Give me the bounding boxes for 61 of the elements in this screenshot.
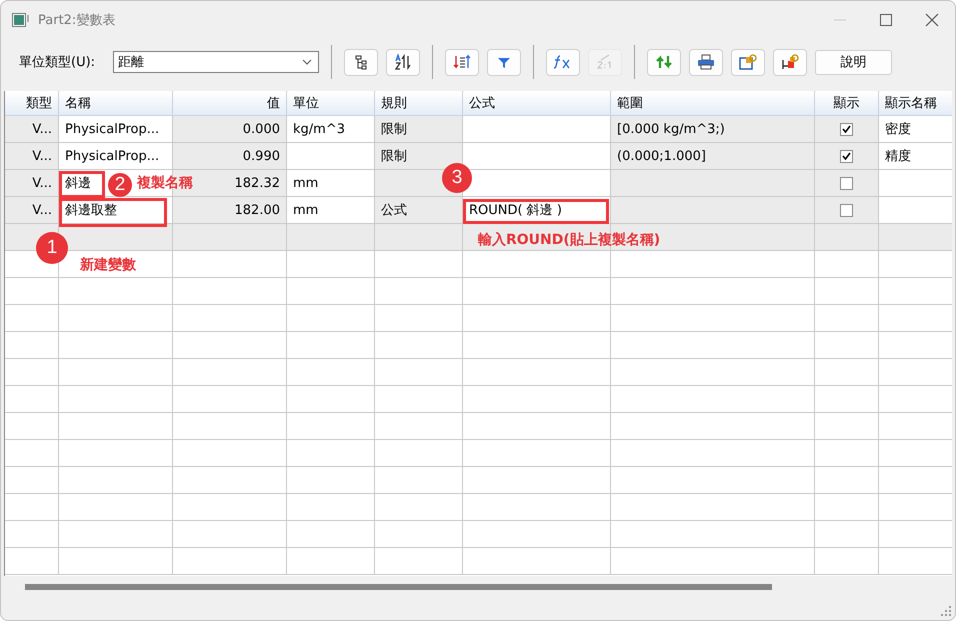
sort-list-button[interactable]	[445, 48, 480, 76]
sort-list-icon	[453, 54, 472, 70]
help-button[interactable]: 說明	[815, 50, 892, 74]
import-button[interactable]	[773, 48, 808, 76]
chevron-down-icon	[302, 59, 312, 65]
new-row[interactable]	[5, 224, 952, 251]
table-cell: 公式	[375, 197, 463, 224]
table-cell: 限制	[375, 116, 463, 143]
refresh-button[interactable]	[647, 48, 682, 76]
window-title: Part2:變數表	[38, 12, 116, 29]
column-header[interactable]: 顯示	[815, 91, 879, 116]
close-icon	[925, 13, 939, 27]
step-label: 新建變數	[80, 256, 136, 274]
sort-az-icon	[394, 54, 412, 70]
table-cell: 限制	[375, 143, 463, 170]
scrollbar-thumb[interactable]	[25, 584, 772, 590]
table-cell: V...	[5, 116, 59, 143]
table-cell: 182.00	[173, 197, 287, 224]
checkbox[interactable]	[840, 176, 853, 190]
sort-az-button[interactable]	[386, 48, 420, 76]
table-cell: V...	[5, 197, 59, 224]
refresh-icon	[655, 54, 674, 70]
unit-type-dropdown[interactable]: 距離	[113, 51, 320, 73]
column-header[interactable]: 顯示名稱	[879, 91, 952, 116]
table-cell: 0.990	[173, 143, 287, 170]
table-cell: V...	[5, 170, 59, 197]
export-button[interactable]	[731, 48, 766, 76]
column-header[interactable]: 單位	[287, 91, 375, 116]
table-cell: mm	[287, 170, 375, 197]
export-icon	[739, 54, 758, 70]
column-header[interactable]: 類型	[5, 91, 59, 116]
checkbox[interactable]	[840, 122, 853, 136]
import-icon	[781, 54, 800, 70]
print-button[interactable]	[689, 48, 724, 76]
table-cell: [0.000 kg/m^3;)	[611, 116, 815, 143]
function-button[interactable]	[546, 48, 580, 76]
column-header[interactable]: 公式	[463, 91, 611, 116]
printer-icon	[697, 54, 716, 70]
checkbox[interactable]	[840, 150, 853, 162]
table-cell: mm	[287, 197, 375, 224]
table-cell: V...	[5, 143, 59, 170]
table-cell: kg/m^3	[287, 116, 375, 143]
table-cell: PhysicalProp...	[59, 116, 173, 143]
column-header[interactable]: 值	[173, 91, 287, 116]
app-icon	[12, 13, 30, 27]
minimize-icon	[834, 19, 846, 21]
filter-button[interactable]	[487, 48, 522, 76]
maximize-icon	[880, 14, 892, 26]
step-label: 複製名稱	[137, 174, 193, 192]
unit-type-label: 單位類型(U):	[19, 54, 96, 71]
table-cell: 0.000	[173, 116, 287, 143]
tree-icon	[353, 54, 370, 70]
column-header[interactable]: 範圍	[611, 91, 815, 116]
step-label: 輸入ROUND(貼上複製名稱)	[478, 231, 660, 249]
resize-grip-icon[interactable]	[941, 606, 951, 616]
column-header[interactable]: 規則	[375, 91, 463, 116]
checkbox[interactable]	[840, 204, 853, 216]
tree-button[interactable]	[344, 48, 378, 76]
column-header[interactable]: 名稱	[59, 91, 173, 116]
table-cell: PhysicalProp...	[59, 143, 173, 170]
table-cell: (0.000;1.000]	[611, 143, 815, 170]
